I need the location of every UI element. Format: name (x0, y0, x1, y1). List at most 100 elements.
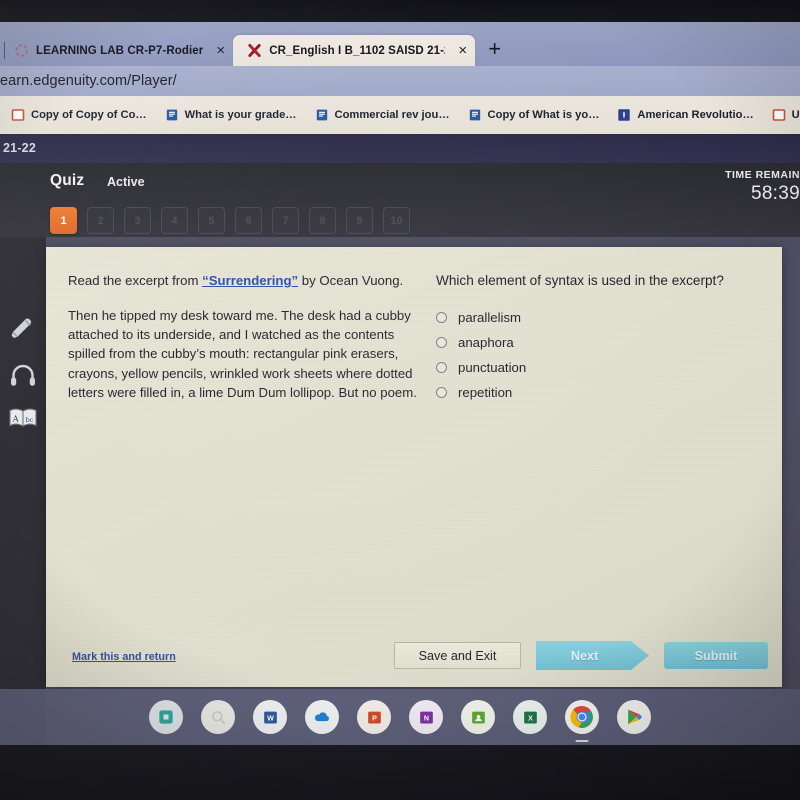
radio-icon[interactable] (436, 361, 447, 373)
svg-text:A: A (12, 414, 19, 424)
bookmark-label: What is your grade… (184, 109, 297, 121)
radio-icon[interactable] (436, 336, 447, 348)
monitor-bezel-top (0, 0, 800, 22)
prompt-suffix: by Ocean Vuong. (298, 273, 404, 288)
search-glyph (211, 710, 225, 724)
question-button-6[interactable]: 6 (235, 207, 262, 234)
word-glyph: W (263, 711, 277, 723)
option-parallelism[interactable]: parallelism (436, 305, 764, 330)
surrendering-link[interactable]: “Surrendering” (202, 273, 298, 288)
browser-tab-2[interactable]: CR_English I B_1102 SAISD 21-2 × (233, 35, 476, 66)
screen-photo: LEARNING LAB CR-P7-Rodier × CR_English I… (0, 0, 800, 800)
classroom-glyph (471, 711, 485, 723)
bookmark-item[interactable]: Commercial rev jou… (306, 108, 459, 122)
submit-button[interactable]: Submit (664, 642, 768, 669)
question-button-10[interactable]: 10 (383, 207, 410, 234)
svg-text:N: N (423, 714, 428, 722)
timer-label: TIME REMAIN (725, 169, 800, 181)
launcher-glyph (159, 710, 173, 724)
next-button[interactable]: Next (536, 641, 649, 670)
mark-this-and-return-link[interactable]: Mark this and return (72, 651, 176, 663)
powerpoint-icon[interactable]: P (357, 700, 391, 734)
bookmark-item[interactable]: What is your grade… (156, 108, 306, 122)
slides-icon (11, 109, 25, 121)
quiz-header-bar: Quiz Active TIME REMAIN 58:39 1 2 3 4 5 … (0, 163, 800, 237)
question-button-2[interactable]: 2 (87, 207, 114, 234)
bookmark-label: Copy of Copy of Co… (31, 109, 147, 121)
svg-text:W: W (267, 714, 274, 722)
address-bar[interactable]: earn.edgenuity.com/Player/ (0, 66, 800, 96)
excel-icon[interactable]: X (513, 700, 547, 734)
question-button-3[interactable]: 3 (124, 207, 151, 234)
tab-close-icon[interactable]: × (216, 43, 225, 58)
question-button-4[interactable]: 4 (161, 207, 188, 234)
bookmark-label: American Revolutio… (637, 109, 754, 121)
chromeos-shelf: W P N X (0, 689, 800, 745)
option-repetition[interactable]: repetition (436, 380, 764, 405)
tab-strip: LEARNING LAB CR-P7-Rodier × CR_English I… (0, 30, 800, 66)
question-button-8[interactable]: 8 (309, 207, 336, 234)
slides-icon (772, 109, 785, 121)
powerpoint-glyph: P (367, 711, 381, 723)
activity-status-label: Active (107, 175, 145, 189)
dictionary-icon[interactable]: A bc (7, 402, 39, 434)
excel-glyph: X (523, 711, 537, 723)
bookmark-item[interactable]: American Revolutio… (608, 108, 762, 122)
question-column: Which element of syntax is used in the e… (436, 272, 764, 405)
question-text: Which element of syntax is used in the e… (436, 273, 724, 288)
launcher-icon[interactable] (149, 700, 183, 734)
save-and-exit-button[interactable]: Save and Exit (394, 642, 521, 669)
play-store-icon[interactable] (617, 700, 651, 734)
url-text: earn.edgenuity.com/Player/ (0, 73, 177, 89)
blue-app-icon (618, 109, 631, 121)
onenote-glyph: N (419, 711, 433, 723)
prompt-prefix: Read the excerpt from (68, 273, 203, 288)
search-icon[interactable] (201, 700, 235, 734)
classroom-icon[interactable] (461, 700, 495, 734)
docs-icon (316, 109, 327, 121)
svg-text:X: X (528, 714, 533, 722)
option-anaphora[interactable]: anaphora (436, 330, 764, 355)
browser-chrome: LEARNING LAB CR-P7-Rodier × CR_English I… (0, 22, 800, 66)
excerpt-column: Read the excerpt from “Surrendering” by … (68, 272, 423, 402)
question-button-5[interactable]: 5 (198, 207, 225, 234)
option-label: repetition (458, 384, 513, 400)
headphones-icon[interactable] (7, 359, 39, 391)
option-label: anaphora (458, 334, 514, 350)
play-store-glyph (628, 709, 642, 725)
excerpt-text: Then he tipped my desk toward me. The de… (68, 307, 417, 400)
radio-icon[interactable] (436, 386, 447, 398)
bookmark-item[interactable]: Untitled (763, 108, 800, 122)
question-button-7[interactable]: 7 (272, 207, 299, 234)
monitor-bezel-bottom (0, 745, 800, 800)
question-button-1[interactable]: 1 (50, 207, 77, 234)
bookmark-label: Untitled (791, 109, 800, 121)
quiz-actions: Save and Exit Next Submit (394, 641, 768, 670)
question-button-9[interactable]: 9 (346, 207, 373, 234)
tab-close-icon[interactable]: × (458, 43, 467, 58)
chrome-icon[interactable] (565, 700, 599, 734)
read-prompt: Read the excerpt from “Surrendering” by … (68, 272, 423, 290)
course-term-band: 21-22 (0, 134, 800, 163)
question-navigator: 1 2 3 4 5 6 7 8 9 10 (50, 207, 410, 234)
svg-text:P: P (372, 714, 377, 722)
svg-text:bc: bc (25, 416, 33, 424)
browser-tab-1[interactable]: LEARNING LAB CR-P7-Rodier × (0, 35, 233, 66)
quiz-card: Read the excerpt from “Surrendering” by … (46, 247, 782, 687)
bookmark-item[interactable]: Copy of What is yo… (459, 108, 609, 122)
activity-type-label: Quiz (50, 172, 85, 189)
option-punctuation[interactable]: punctuation (436, 355, 764, 380)
new-tab-button[interactable]: + (475, 38, 514, 66)
word-icon[interactable]: W (253, 700, 287, 734)
highlighter-icon[interactable] (7, 313, 39, 345)
onedrive-icon[interactable] (305, 700, 339, 734)
bookmark-item[interactable]: Copy of Copy of Co… (2, 108, 156, 122)
docs-icon (166, 109, 177, 121)
onenote-icon[interactable]: N (409, 700, 443, 734)
bookmark-label: Commercial rev jou… (334, 109, 450, 121)
radio-icon[interactable] (436, 311, 447, 323)
onedrive-glyph (314, 712, 329, 722)
tab-title: LEARNING LAB CR-P7-Rodier (36, 44, 204, 57)
tab-title: CR_English I B_1102 SAISD 21-2 (269, 44, 446, 57)
answer-options: parallelism anaphora punctuation repetit… (436, 305, 764, 405)
